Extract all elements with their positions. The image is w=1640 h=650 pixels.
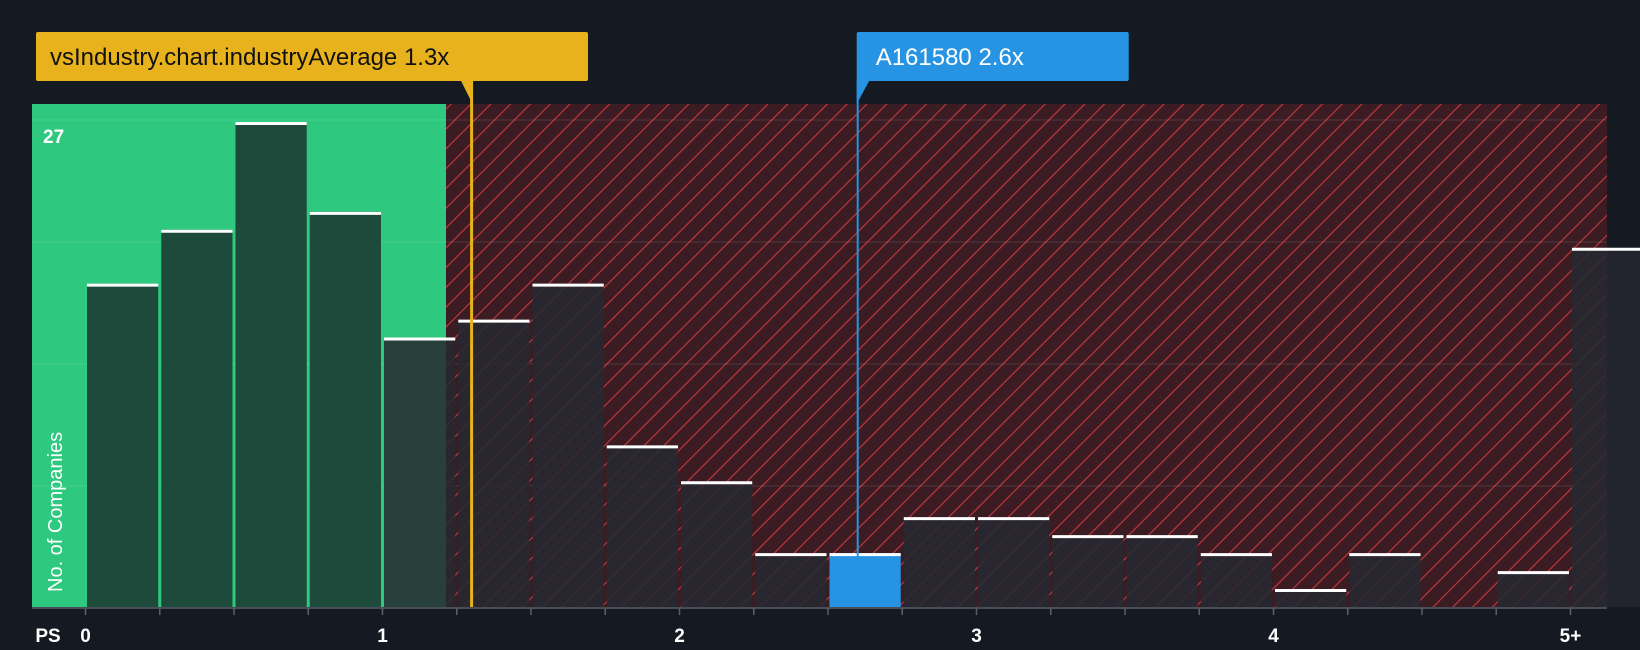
histogram-bar xyxy=(532,283,604,607)
histogram-bar xyxy=(384,337,456,607)
histogram-bar xyxy=(1497,571,1569,607)
histogram-bar xyxy=(903,517,975,607)
histogram-bar xyxy=(755,553,827,607)
histogram-bar xyxy=(1200,553,1272,607)
company-label: A161580 2.6x xyxy=(876,44,1024,71)
histogram-bar xyxy=(606,445,678,607)
y-max-label: 27 xyxy=(43,127,64,148)
industry-average-pointer xyxy=(460,80,473,104)
histogram-bar xyxy=(309,211,381,607)
x-tick-label: 2 xyxy=(674,626,685,647)
x-tick-label: 4 xyxy=(1268,626,1279,647)
histogram-bar xyxy=(681,481,753,607)
x-tick-label: 3 xyxy=(971,626,982,647)
x-tick-label: 5+ xyxy=(1560,626,1582,647)
histogram-bar xyxy=(87,283,159,607)
x-axis-ticks: 0 1 2 3 4 5+ xyxy=(80,608,1581,647)
ps-distribution-chart: 0 1 2 3 4 5+ PS No. of Companies 27 vsIndustr… xyxy=(32,32,1640,647)
histogram-bar xyxy=(1572,247,1640,608)
x-tick-label: 1 xyxy=(377,626,388,647)
histogram-bar-company xyxy=(829,553,901,607)
x-tick-label: 0 xyxy=(80,626,91,647)
histogram-bar xyxy=(1126,535,1198,607)
histogram-bar xyxy=(235,122,307,607)
histogram-bar xyxy=(1349,553,1421,607)
histogram-bar xyxy=(161,229,233,607)
y-axis-label: No. of Companies xyxy=(45,432,67,592)
x-axis-label: PS xyxy=(35,626,60,647)
industry-average-label: vsIndustry.chart.industryAverage 1.3x xyxy=(50,44,449,71)
histogram-bar xyxy=(1052,535,1124,607)
histogram-bar xyxy=(458,319,530,607)
histogram-bar xyxy=(978,517,1050,607)
